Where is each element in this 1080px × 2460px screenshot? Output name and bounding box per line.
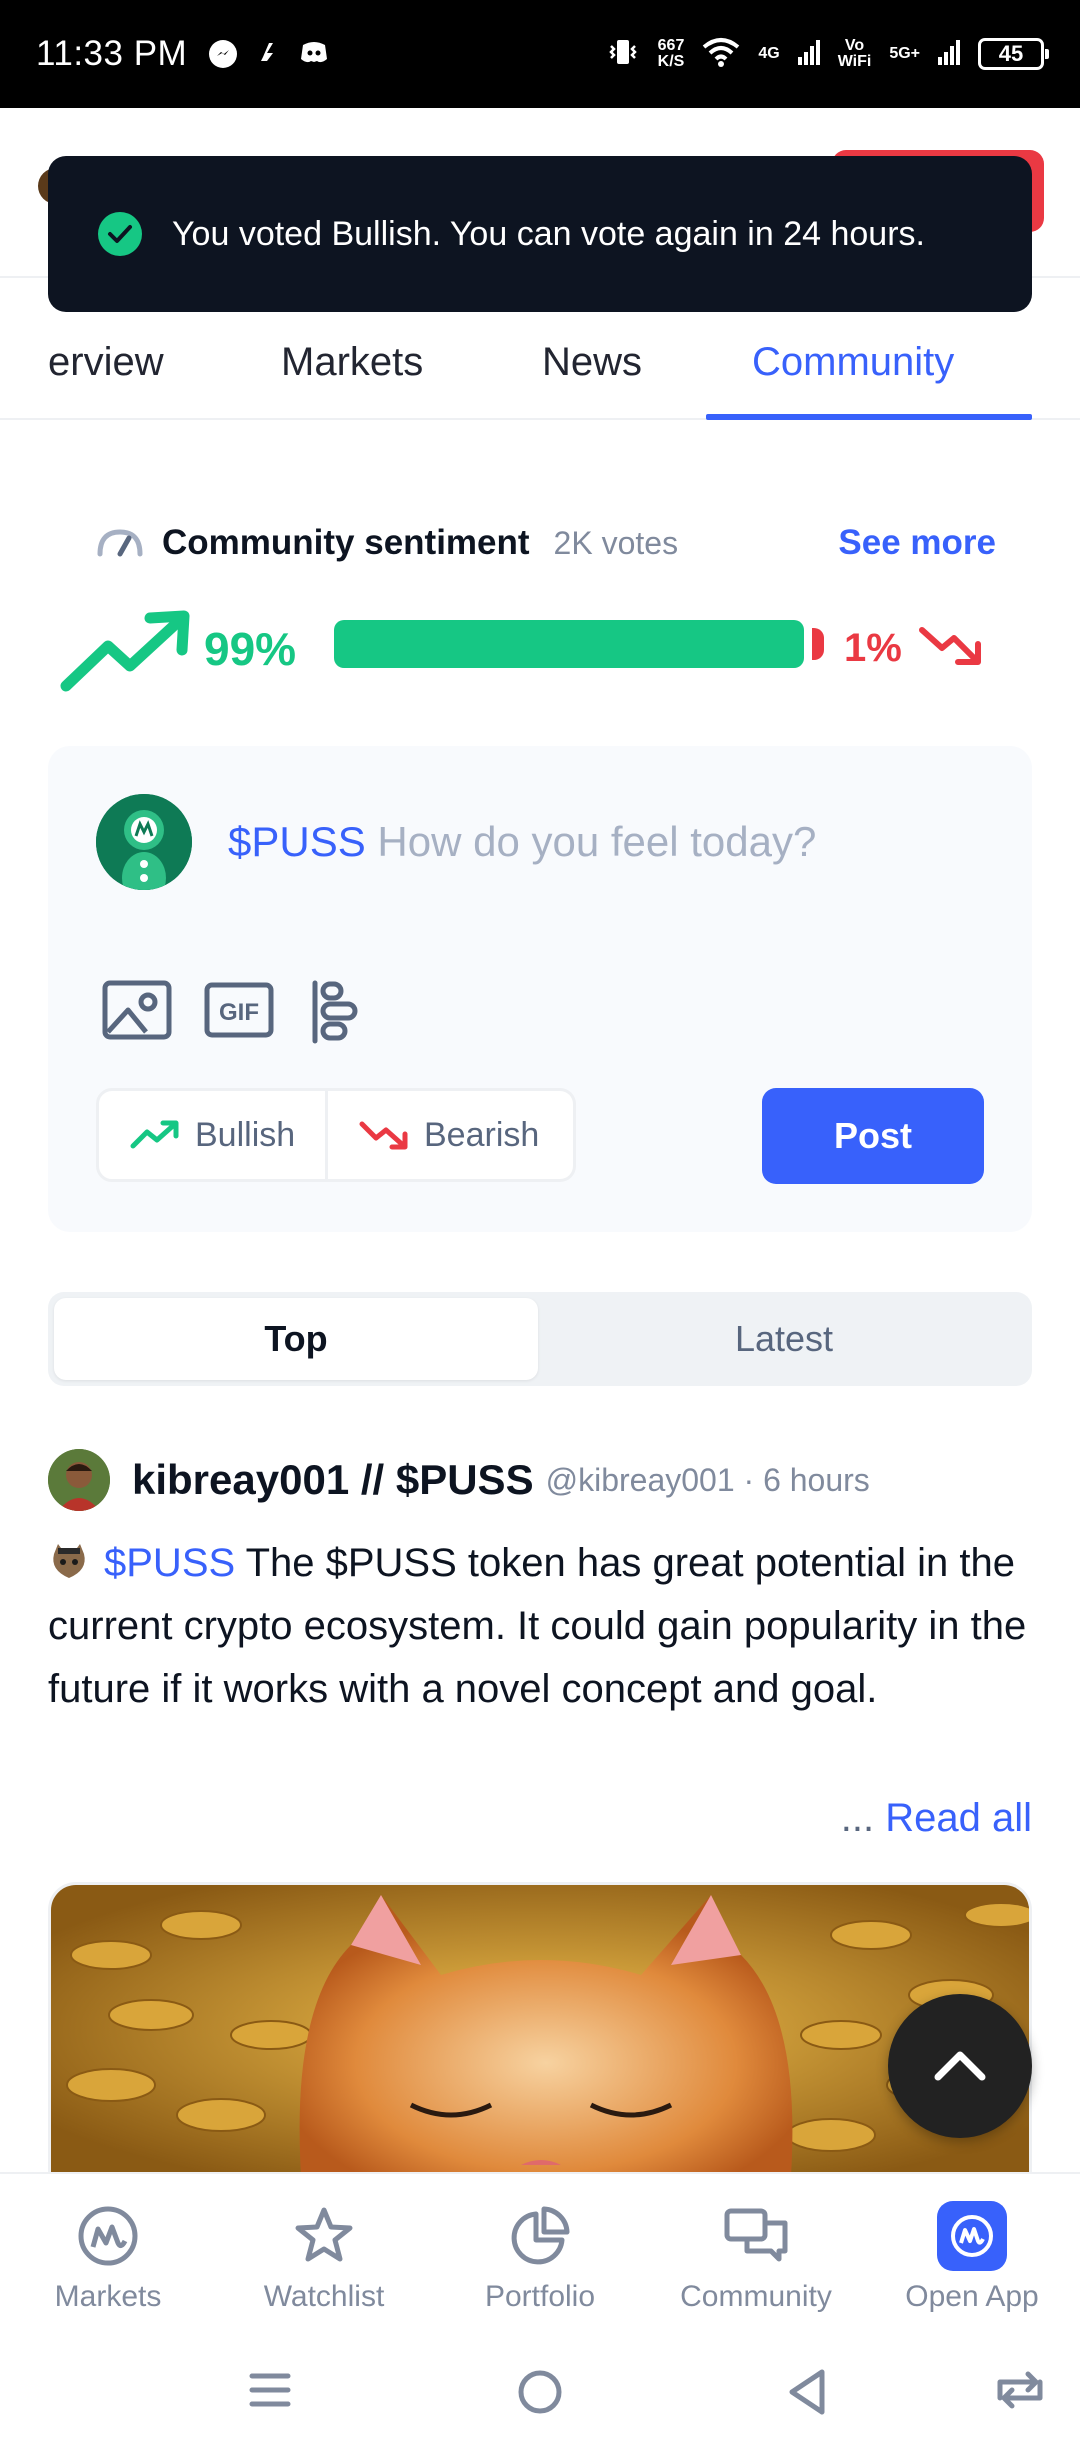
bearish-label: Bearish bbox=[424, 1115, 540, 1154]
tab-markets[interactable]: Markets bbox=[281, 340, 423, 385]
discord-icon bbox=[299, 39, 329, 70]
nav-open-app-icon-wrap bbox=[872, 2200, 1072, 2272]
chevron-up-icon bbox=[934, 2051, 986, 2081]
markets-icon bbox=[8, 2200, 208, 2272]
post-input[interactable]: $PUSS How do you feel today? bbox=[228, 818, 816, 866]
vowifi-bottom: WiFi bbox=[837, 53, 872, 70]
scroll-to-top-button[interactable] bbox=[888, 1994, 1032, 2138]
image-upload-icon[interactable] bbox=[102, 980, 172, 1040]
post-content: $PUSS The $PUSS token has great potentia… bbox=[48, 1532, 1038, 1721]
post-composer: $PUSS How do you feel today? GIF Bullish… bbox=[48, 746, 1032, 1232]
home-circle-icon[interactable] bbox=[516, 2368, 564, 2421]
nav-watchlist[interactable]: Watchlist bbox=[224, 2200, 424, 2314]
back-triangle-icon[interactable] bbox=[786, 2368, 830, 2421]
bottom-nav: Markets Watchlist Portfolio Community Op… bbox=[0, 2172, 1080, 2332]
messenger-icon bbox=[209, 40, 238, 68]
system-nav-bar bbox=[0, 2332, 1080, 2460]
vibrate-icon bbox=[606, 37, 640, 72]
signal-bars-2-icon bbox=[938, 39, 960, 70]
post-header: kibreay001 // $PUSS @kibreay001 · 6 hour… bbox=[48, 1448, 1032, 1512]
see-more-link[interactable]: See more bbox=[838, 523, 996, 563]
rotate-screen-icon[interactable] bbox=[994, 2368, 1046, 2417]
post-author-name[interactable]: kibreay001 // $PUSS bbox=[132, 1456, 534, 1504]
gif-icon-text: GIF bbox=[219, 999, 259, 1026]
star-icon bbox=[224, 2200, 424, 2272]
post-image[interactable] bbox=[48, 1882, 1032, 2172]
read-all-link[interactable]: Read all bbox=[885, 1796, 1032, 1840]
feed-sort-toggle: Top Latest bbox=[48, 1292, 1032, 1386]
bearish-percent: 1% bbox=[844, 626, 902, 670]
bullish-label: Bullish bbox=[195, 1115, 296, 1154]
nav-portfolio-label: Portfolio bbox=[484, 2280, 596, 2313]
signal-5g: 5G+ bbox=[889, 45, 920, 62]
sentiment-votes: 2K votes bbox=[553, 524, 679, 561]
bearish-button[interactable]: Bearish bbox=[328, 1088, 576, 1182]
nav-open-app-label: Open App bbox=[905, 2280, 1039, 2313]
poll-icon[interactable] bbox=[310, 980, 360, 1044]
signal-bars-1-icon bbox=[797, 39, 820, 70]
author-avatar[interactable] bbox=[48, 1449, 110, 1511]
user-avatar[interactable] bbox=[96, 794, 192, 890]
bearish-bar bbox=[812, 628, 824, 660]
status-bar: 11:33 PM 667 K/S 4G Vo WiFi 5G+ 45 bbox=[0, 0, 1080, 108]
bullish-bar bbox=[334, 620, 804, 668]
vowifi: Vo WiFi bbox=[838, 38, 872, 70]
app-logo-icon bbox=[937, 2201, 1007, 2271]
tab-overview[interactable]: erview bbox=[48, 340, 164, 385]
notification-icons bbox=[209, 39, 329, 70]
bullish-icon bbox=[130, 1120, 179, 1149]
nav-watchlist-label: Watchlist bbox=[263, 2280, 385, 2313]
toast-message: You voted Bullish. You can vote again in… bbox=[172, 215, 925, 253]
sentiment-header: Community sentiment 2K votes See more bbox=[96, 520, 996, 566]
net-speed-unit: K/S bbox=[657, 53, 685, 70]
sentiment-title: Community sentiment bbox=[162, 523, 530, 562]
gif-icon[interactable]: GIF bbox=[204, 980, 274, 1040]
post-author-handle: @kibreay001 · 6 hours bbox=[545, 1461, 870, 1498]
post-coin-tag[interactable]: $PUSS bbox=[104, 1541, 235, 1585]
check-circle-icon bbox=[98, 212, 142, 256]
pie-chart-icon bbox=[440, 2200, 640, 2272]
signal-4g: 4G bbox=[758, 45, 780, 62]
sort-top-option[interactable]: Top bbox=[54, 1298, 538, 1380]
bearish-trend-icon bbox=[918, 622, 984, 673]
battery-level: 45 bbox=[998, 41, 1024, 66]
status-time: 11:33 PM bbox=[36, 34, 188, 73]
net-speed: 667 K/S bbox=[658, 38, 685, 70]
nav-portfolio[interactable]: Portfolio bbox=[440, 2200, 640, 2314]
recents-menu-icon[interactable] bbox=[248, 2368, 292, 2417]
nav-community-label: Community bbox=[680, 2280, 832, 2313]
bullish-trend-icon bbox=[58, 610, 194, 701]
composer-placeholder: How do you feel today? bbox=[377, 818, 817, 865]
active-tab-indicator bbox=[706, 414, 1032, 420]
nav-markets[interactable]: Markets bbox=[8, 2200, 208, 2314]
chat-icon bbox=[656, 2200, 856, 2272]
cat-emoji-icon bbox=[48, 1538, 90, 1580]
app-s-icon bbox=[255, 39, 281, 70]
vowifi-top: Vo bbox=[844, 37, 865, 54]
post-button[interactable]: Post bbox=[762, 1088, 984, 1184]
bearish-icon bbox=[359, 1121, 408, 1150]
vote-toast: You voted Bullish. You can vote again in… bbox=[48, 156, 1032, 312]
bullish-percent: 99% bbox=[204, 623, 297, 675]
composer-coin-tag: $PUSS bbox=[228, 818, 366, 865]
sentiment-bar-row: 99% 1% bbox=[58, 610, 998, 700]
tab-community[interactable]: Community bbox=[752, 340, 954, 385]
nav-community[interactable]: Community bbox=[656, 2200, 856, 2314]
gauge-icon bbox=[96, 524, 144, 563]
wifi-icon bbox=[702, 37, 740, 72]
net-speed-value: 667 bbox=[657, 37, 685, 54]
nav-open-app[interactable]: Open App bbox=[872, 2200, 1072, 2314]
system-indicators: 667 K/S 4G Vo WiFi 5G+ 45 bbox=[606, 37, 1049, 72]
coin-tabs: erview Markets News Community bbox=[0, 312, 1080, 420]
bullish-button[interactable]: Bullish bbox=[96, 1088, 328, 1182]
sort-latest-option[interactable]: Latest bbox=[542, 1298, 1026, 1380]
nav-markets-label: Markets bbox=[54, 2280, 162, 2313]
read-all-ellipsis: ... bbox=[840, 1796, 875, 1840]
read-all: ... Read all bbox=[841, 1796, 1032, 1841]
tab-news[interactable]: News bbox=[542, 340, 642, 385]
battery-indicator: 45 bbox=[978, 38, 1049, 70]
